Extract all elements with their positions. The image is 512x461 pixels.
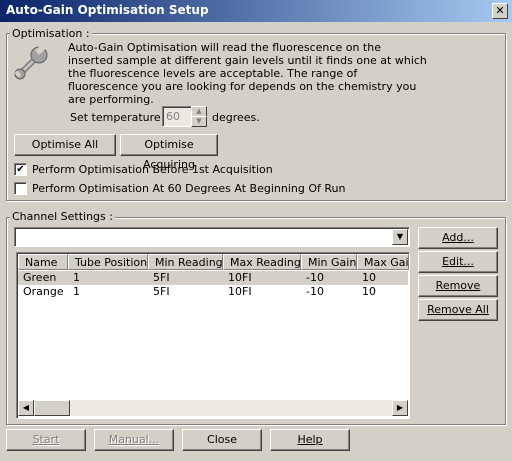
column-header-max-gain[interactable]: Max Gain: [357, 254, 409, 270]
close-button-label: Close: [207, 433, 237, 446]
scroll-right-icon[interactable]: ▶: [392, 400, 408, 416]
help-button-label: Help: [297, 433, 323, 446]
temperature-input[interactable]: 60: [162, 106, 192, 127]
column-header-max-reading[interactable]: Max Reading: [223, 254, 301, 270]
window-title: Auto-Gain Optimisation Setup: [6, 3, 209, 17]
help-button[interactable]: Help: [270, 429, 350, 451]
spin-down-icon[interactable]: ▼: [191, 116, 207, 127]
edit-button[interactable]: Edit...: [418, 251, 498, 273]
degrees-label: degrees.: [212, 111, 260, 124]
manual-button[interactable]: Manual...: [94, 429, 174, 451]
cell-tube-position: 1: [73, 271, 80, 284]
horizontal-scrollbar[interactable]: ◀ ▶: [18, 400, 408, 416]
cell-max-reading: 10FI: [228, 285, 252, 298]
column-header-min-gain[interactable]: Min Gain: [301, 254, 357, 270]
column-header-min-reading[interactable]: Min Reading: [148, 254, 223, 270]
cell-tube-position: 1: [73, 285, 80, 298]
wrench-icon: [14, 44, 48, 80]
channel-dropdown[interactable]: ▼: [14, 227, 410, 247]
table-row[interactable]: Green 1 5FI 10FI -10 10: [18, 271, 408, 285]
table-row[interactable]: Orange 1 5FI 10FI -10 10: [18, 285, 408, 299]
close-button[interactable]: Close: [182, 429, 262, 451]
dropdown-arrow-icon[interactable]: ▼: [392, 229, 408, 245]
remove-button[interactable]: Remove: [418, 275, 498, 297]
channel-list[interactable]: Name Tube Position Min Reading Max Readi…: [16, 252, 410, 419]
scroll-thumb[interactable]: [34, 400, 70, 416]
temperature-value: 60: [166, 110, 180, 123]
edit-button-label: Edit...: [442, 255, 474, 268]
column-header-name[interactable]: Name: [18, 254, 68, 270]
remove-all-button[interactable]: Remove All: [418, 299, 498, 321]
start-button-label: Start: [32, 433, 60, 446]
cell-max-reading: 10FI: [228, 271, 252, 284]
optimise-acquiring-button[interactable]: Optimise Acquiring: [120, 134, 218, 171]
cell-min-gain: -10: [306, 271, 324, 284]
scroll-left-icon[interactable]: ◀: [18, 400, 34, 416]
cell-name: Orange: [23, 285, 64, 298]
cell-min-reading: 5FI: [153, 285, 170, 298]
checkbox-before-first-acquisition[interactable]: ✔: [14, 163, 27, 176]
column-header-tube-position[interactable]: Tube Position: [68, 254, 148, 270]
cell-max-gain: 10: [362, 271, 376, 284]
close-icon[interactable]: ✕: [492, 3, 508, 19]
checkbox-at-60-degrees-label: Perform Optimisation At 60 Degrees At Be…: [32, 182, 346, 195]
checkbox-before-first-acquisition-label: Perform Optimisation Before 1st Acquisit…: [32, 163, 273, 176]
set-temperature-label: Set temperature to: [70, 111, 176, 124]
cell-max-gain: 10: [362, 285, 376, 298]
cell-min-reading: 5FI: [153, 271, 170, 284]
remove-button-label: Remove: [435, 279, 481, 292]
start-button[interactable]: Start: [6, 429, 86, 451]
add-button-label: Add...: [442, 231, 474, 244]
title-bar: Auto-Gain Optimisation Setup ✕: [0, 0, 512, 22]
channel-settings-group-label: Channel Settings :: [10, 210, 115, 223]
add-button[interactable]: Add...: [418, 227, 498, 249]
optimisation-description: Auto-Gain Optimisation will read the flu…: [68, 41, 427, 106]
checkbox-at-60-degrees[interactable]: [14, 182, 27, 195]
cell-min-gain: -10: [306, 285, 324, 298]
manual-button-label: Manual...: [108, 433, 160, 446]
cell-name: Green: [23, 271, 57, 284]
optimisation-group-label: Optimisation :: [10, 27, 92, 40]
optimise-all-button[interactable]: Optimise All: [14, 134, 116, 156]
remove-all-button-label: Remove All: [427, 303, 489, 316]
